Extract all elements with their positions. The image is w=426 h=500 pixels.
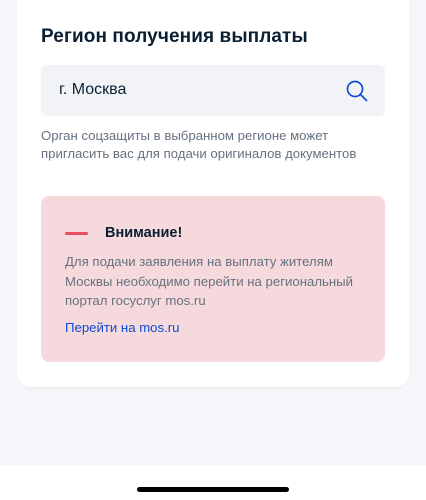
alert-title: Внимание! [105,225,183,241]
mos-ru-link[interactable]: Перейти на mos.ru [65,320,180,335]
region-search-value[interactable]: г. Москва [59,81,126,99]
region-card: Регион получения выплаты г. Москва Орган… [17,0,409,387]
warning-alert: Внимание! Для подачи заявления на выплат… [41,196,385,362]
bottom-bar [0,465,426,500]
alert-dash-icon [65,232,88,235]
home-indicator[interactable] [137,487,289,492]
region-search-field[interactable]: г. Москва [41,65,385,116]
alert-text: Для подачи заявления на выплату жителям … [65,254,354,308]
screen: Регион получения выплаты г. Москва Орган… [0,0,426,500]
search-icon[interactable] [344,78,370,104]
section-title: Регион получения выплаты [41,26,308,47]
region-hint-text: Орган соцзащиты в выбранном регионе може… [41,128,357,161]
